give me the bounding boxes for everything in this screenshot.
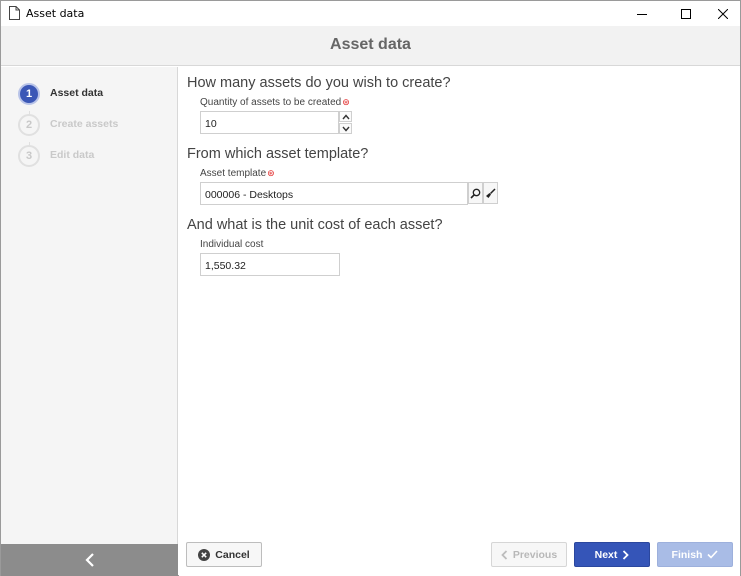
individual-cost-input[interactable]: 1,550.32 (200, 253, 340, 276)
asset-template-input[interactable]: 000006 - Desktops (200, 182, 468, 205)
chevron-left-icon (501, 549, 507, 560)
step-number-badge: 2 (18, 114, 40, 136)
template-search-button[interactable] (468, 182, 483, 204)
wizard-step-create-assets[interactable]: 2 Create assets (18, 114, 168, 136)
finish-button[interactable]: Finish (657, 542, 733, 567)
collapse-left-icon (84, 553, 94, 567)
cancel-label: Cancel (215, 548, 250, 561)
template-label: Asset template⊛ (200, 168, 275, 179)
template-label-text: Asset template (200, 168, 267, 179)
minimize-button[interactable] (625, 1, 658, 26)
minimize-icon (636, 13, 647, 15)
checkmark-icon (707, 550, 719, 559)
clear-brush-icon (486, 187, 496, 198)
form-area: How many assets do you wish to create? Q… (179, 67, 740, 544)
collapse-panel-button[interactable] (1, 544, 178, 576)
cancel-button[interactable]: Cancel (186, 542, 262, 567)
step-label: Asset data (50, 87, 104, 99)
wizard-window: Asset data Asset data 1 Asset data 2 Cre… (0, 0, 741, 576)
title-bar: Asset data (1, 1, 740, 26)
chevron-up-icon (341, 113, 350, 119)
previous-label: Previous (512, 548, 558, 561)
wizard-steps-panel: 1 Asset data 2 Create assets 3 Edit data (1, 67, 178, 544)
maximize-icon (680, 8, 691, 19)
step-number-badge: 3 (18, 145, 40, 167)
chevron-right-icon (623, 549, 630, 560)
wizard-step-asset-data[interactable]: 1 Asset data (18, 83, 168, 105)
quantity-increment-button[interactable] (339, 111, 352, 122)
quantity-label-text: Quantity of assets to be created (200, 97, 342, 108)
template-clear-button[interactable] (483, 182, 498, 204)
search-icon (470, 188, 481, 199)
cancel-x-icon (198, 548, 211, 561)
wizard-step-edit-data[interactable]: 3 Edit data (18, 145, 168, 167)
wizard-footer: Cancel Previous Next Finish (179, 542, 740, 576)
next-label: Next (594, 548, 618, 561)
step-number-badge: 1 (18, 83, 40, 105)
quantity-input[interactable]: 10 (200, 111, 339, 134)
page-title: Asset data (330, 36, 411, 53)
chevron-down-icon (341, 126, 350, 132)
template-question: From which asset template? (187, 146, 369, 162)
quantity-question: How many assets do you wish to create? (187, 75, 451, 91)
step-label: Create assets (50, 118, 119, 130)
cost-question: And what is the unit cost of each asset? (187, 217, 443, 233)
quantity-label: Quantity of assets to be created⊛ (200, 97, 350, 108)
cost-label: Individual cost (200, 239, 264, 250)
required-icon: ⊛ (267, 168, 275, 178)
close-icon (717, 8, 728, 19)
maximize-button[interactable] (669, 1, 702, 26)
next-button[interactable]: Next (574, 542, 650, 567)
close-window-button[interactable] (706, 1, 739, 26)
finish-label: Finish (671, 548, 703, 561)
quantity-decrement-button[interactable] (339, 123, 352, 134)
wizard-header: Asset data (1, 26, 740, 66)
document-icon (9, 6, 20, 20)
required-icon: ⊛ (342, 97, 350, 107)
window-title: Asset data (26, 7, 85, 20)
previous-button[interactable]: Previous (491, 542, 567, 567)
step-label: Edit data (50, 149, 95, 161)
